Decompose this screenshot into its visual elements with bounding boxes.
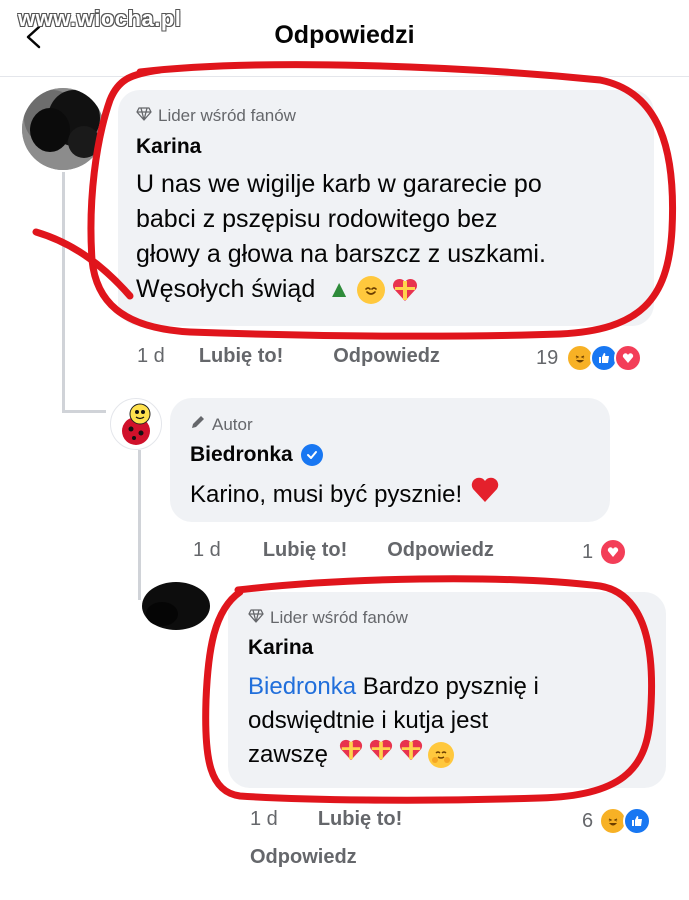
diamond-icon xyxy=(136,106,152,126)
heart-icon xyxy=(470,476,500,514)
reply-button[interactable]: Odpowiedz xyxy=(333,345,440,368)
badge-label: Lider wśród fanów xyxy=(158,106,296,125)
pencil-icon xyxy=(190,414,206,435)
avatar[interactable] xyxy=(140,580,210,634)
comment-text: U nas we wigilje karb w gararecie po bab… xyxy=(136,167,651,307)
comment-author[interactable]: Karina xyxy=(248,636,313,660)
comment-time: 1 d xyxy=(137,345,165,367)
verified-icon xyxy=(300,444,323,466)
party-emoji xyxy=(357,275,385,304)
comment-line: U nas we wigilje karb w gararecie po xyxy=(136,170,542,198)
comment-time: 1 d xyxy=(193,539,221,561)
avatar[interactable] xyxy=(110,398,162,450)
comment-line: zawszę xyxy=(248,741,329,768)
diamond-icon xyxy=(248,608,264,628)
comment-time: 1 d xyxy=(250,808,278,830)
like-reaction xyxy=(623,807,652,835)
author-badge: Autor xyxy=(190,414,253,435)
comment-line: głowy a głowa na barszcz z uszkami. xyxy=(136,240,546,268)
tree-emoji: ▲ xyxy=(327,276,351,303)
thread-line xyxy=(138,450,141,600)
comment-author[interactable]: Biedronka xyxy=(190,443,293,467)
comment-line: Bardzo pysznię i xyxy=(356,673,539,700)
avatar[interactable] xyxy=(22,88,104,170)
gift-heart-emoji xyxy=(398,738,424,772)
reactions-summary[interactable]: 19 xyxy=(536,344,643,372)
reactions-count: 6 xyxy=(582,809,594,832)
comment-line: odswiędtnie i kutja jest xyxy=(248,707,489,734)
comment-author-row: Biedronka xyxy=(190,443,323,467)
reactions-count: 1 xyxy=(582,540,594,563)
like-button[interactable]: Lubię to! xyxy=(263,539,347,562)
thread-connector xyxy=(62,410,106,413)
gift-heart-emoji xyxy=(368,738,394,772)
reply-button[interactable]: Odpowiedz xyxy=(250,846,357,869)
comment-text: Karino, musi być pysznie! xyxy=(190,476,500,514)
fan-badge: Lider wśród fanów xyxy=(248,608,408,628)
reactions-count: 19 xyxy=(536,346,559,369)
comment-actions: 1 d Lubię to! Odpowiedz xyxy=(193,539,494,562)
comment-line: Karino, musi być pysznie! xyxy=(190,481,463,508)
reply-button[interactable]: Odpowiedz xyxy=(387,539,494,562)
reactions-summary[interactable]: 1 xyxy=(582,538,628,566)
gift-heart-emoji xyxy=(391,276,419,304)
comment-text: Biedronka Bardzo pysznię i odswiędtnie i… xyxy=(248,670,658,772)
gift-heart-emoji xyxy=(338,738,364,772)
hug-emoji xyxy=(428,742,455,768)
comment-actions: 1 d Lubię to! xyxy=(250,808,402,831)
badge-label: Autor xyxy=(212,414,253,434)
love-reaction xyxy=(614,344,643,372)
love-reaction xyxy=(599,538,628,566)
badge-label: Lider wśród fanów xyxy=(270,608,408,627)
fan-badge: Lider wśród fanów xyxy=(136,106,296,126)
reactions-summary[interactable]: 6 xyxy=(582,807,652,835)
thread-line xyxy=(62,172,65,410)
comment-author[interactable]: Karina xyxy=(136,135,201,159)
comment-line: babci z pszępisu rodowitego bez xyxy=(136,205,498,233)
comment-actions: 1 d Lubię to! Odpowiedz xyxy=(137,345,440,368)
like-button[interactable]: Lubię to! xyxy=(318,808,402,831)
comment-line: Węsołych świąd xyxy=(136,275,316,303)
watermark: www.wiocha.pl xyxy=(18,6,182,31)
like-button[interactable]: Lubię to! xyxy=(199,345,283,368)
mention-link[interactable]: Biedronka xyxy=(248,673,356,700)
